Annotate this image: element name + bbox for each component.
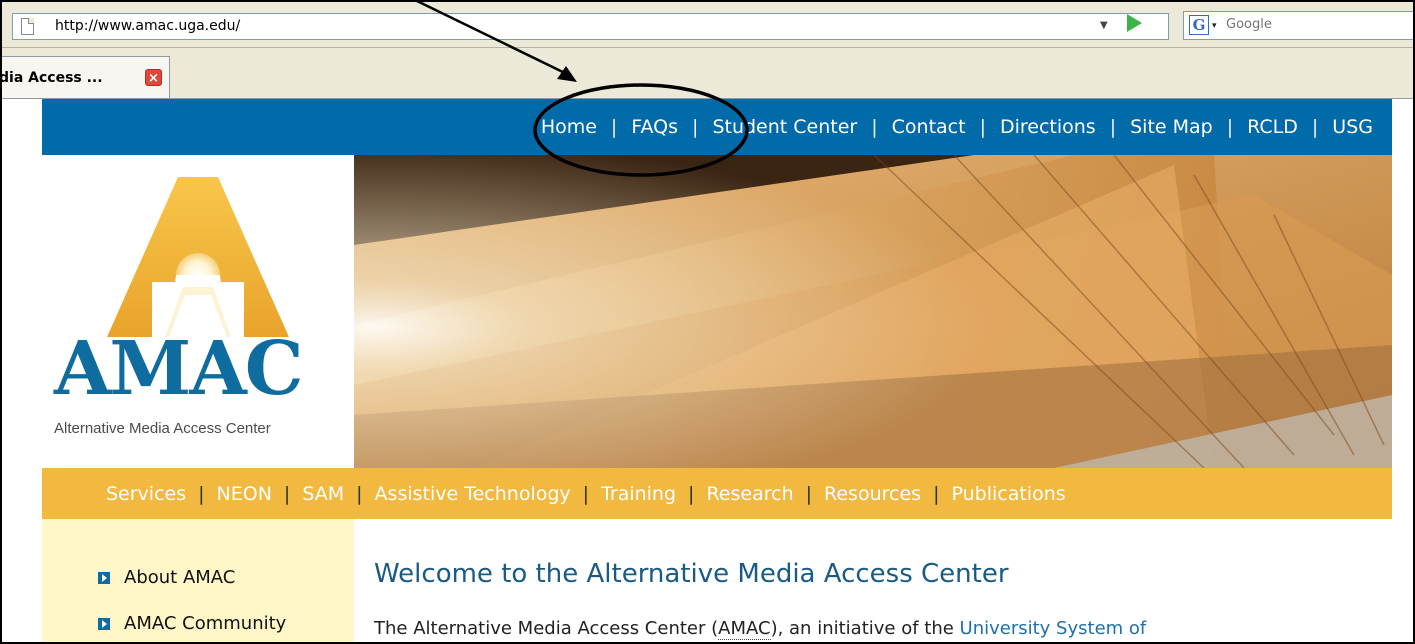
address-bar[interactable]: http://www.amac.uga.edu/ bbox=[12, 13, 1169, 40]
section-link-publications[interactable]: Publications bbox=[951, 483, 1065, 505]
sidebar-item-label[interactable]: AMAC Community bbox=[124, 613, 286, 634]
nav-separator: | bbox=[283, 482, 291, 505]
arrow-bullet-icon bbox=[98, 617, 110, 630]
section-link-assistive-technology[interactable]: Assistive Technology bbox=[375, 483, 571, 505]
page-icon bbox=[21, 18, 34, 35]
nav-separator: | bbox=[871, 116, 878, 138]
nav-separator: | bbox=[1226, 116, 1234, 138]
browser-toolbar: http://www.amac.uga.edu/ ▼ G ▾ bbox=[2, 2, 1413, 48]
nav-separator: | bbox=[610, 116, 618, 138]
nav-link-directions[interactable]: Directions bbox=[1000, 116, 1096, 138]
section-link-training[interactable]: Training bbox=[601, 483, 676, 505]
arrow-bullet-icon bbox=[98, 571, 110, 584]
sidebar-item-label[interactable]: About AMAC bbox=[124, 567, 235, 588]
logo-subtitle: Alternative Media Access Center bbox=[54, 420, 271, 437]
section-link-sam[interactable]: SAM bbox=[302, 483, 344, 505]
section-nav-links: Services | NEON | SAM | Assistive Technology | T… bbox=[106, 468, 1066, 519]
section-link-resources[interactable]: Resources bbox=[824, 483, 921, 505]
top-nav: Home | FAQs | Student Center | Contact | Directi… bbox=[42, 99, 1392, 155]
search-input[interactable] bbox=[1226, 17, 1406, 32]
nav-link-usg[interactable]: USG bbox=[1332, 116, 1373, 138]
nav-separator: | bbox=[198, 482, 205, 505]
header-banner-image bbox=[354, 155, 1392, 468]
sidebar: About AMAC AMAC Community bbox=[42, 519, 354, 642]
usg-link[interactable]: University System of bbox=[960, 618, 1147, 639]
intro-text: ), an initiative of the bbox=[770, 618, 960, 639]
search-engine-dropdown-icon[interactable]: ▾ bbox=[1212, 21, 1217, 31]
intro-text: The Alternative Media Access Center ( bbox=[374, 618, 719, 639]
url-dropdown-icon[interactable]: ▼ bbox=[1100, 20, 1108, 31]
tab-close-icon[interactable]: × bbox=[145, 69, 162, 86]
intro-paragraph: The Alternative Media Access Center (AMA… bbox=[374, 618, 1147, 640]
nav-link-faqs[interactable]: FAQs bbox=[631, 116, 678, 138]
search-box[interactable]: G ▾ bbox=[1183, 11, 1413, 40]
page-heading: Welcome to the Alternative Media Access … bbox=[374, 559, 1009, 589]
nav-link-contact[interactable]: Contact bbox=[892, 116, 966, 138]
go-arrow-icon[interactable] bbox=[1127, 14, 1142, 32]
nav-separator: | bbox=[1311, 116, 1319, 138]
nav-separator: | bbox=[979, 116, 986, 138]
page-viewport: Home | FAQs | Student Center | Contact | Directi… bbox=[2, 99, 1413, 642]
section-link-research[interactable]: Research bbox=[706, 483, 793, 505]
tab-bar: dia Access ... × bbox=[2, 48, 1413, 99]
sidebar-item-about[interactable]: About AMAC bbox=[98, 567, 235, 588]
section-link-services[interactable]: Services bbox=[106, 483, 186, 505]
main-content: Welcome to the Alternative Media Access … bbox=[354, 519, 1392, 642]
nav-link-rcld[interactable]: RCLD bbox=[1247, 116, 1298, 138]
book-pages-image bbox=[354, 155, 1392, 468]
nav-link-student-center[interactable]: Student Center bbox=[712, 116, 857, 138]
section-link-neon[interactable]: NEON bbox=[217, 483, 272, 505]
tab-title[interactable]: dia Access ... bbox=[2, 70, 103, 86]
logo[interactable]: AMAC Alternative Media Access Center bbox=[42, 155, 354, 468]
top-nav-links: Home | FAQs | Student Center | Contact | Directi… bbox=[541, 99, 1373, 155]
nav-separator: | bbox=[933, 482, 940, 505]
screenshot-frame: http://www.amac.uga.edu/ ▼ G ▾ dia Acces… bbox=[0, 0, 1415, 644]
nav-separator: | bbox=[582, 482, 590, 505]
url-text[interactable]: http://www.amac.uga.edu/ bbox=[55, 18, 240, 34]
tab-amac[interactable]: dia Access ... × bbox=[2, 56, 170, 98]
google-icon[interactable]: G bbox=[1189, 15, 1209, 35]
logo-a-icon bbox=[107, 177, 289, 337]
nav-separator: | bbox=[1109, 116, 1117, 138]
nav-separator: | bbox=[805, 482, 813, 505]
sidebar-item-community[interactable]: AMAC Community bbox=[98, 613, 286, 634]
nav-separator: | bbox=[356, 482, 363, 505]
logo-wordmark: AMAC bbox=[54, 326, 304, 412]
nav-separator: | bbox=[688, 482, 695, 505]
amac-abbreviation: AMAC bbox=[718, 618, 771, 640]
nav-link-home[interactable]: Home bbox=[541, 116, 597, 138]
nav-separator: | bbox=[692, 116, 699, 138]
nav-link-site-map[interactable]: Site Map bbox=[1130, 116, 1213, 138]
section-nav: Services | NEON | SAM | Assistive Technology | T… bbox=[42, 468, 1392, 519]
